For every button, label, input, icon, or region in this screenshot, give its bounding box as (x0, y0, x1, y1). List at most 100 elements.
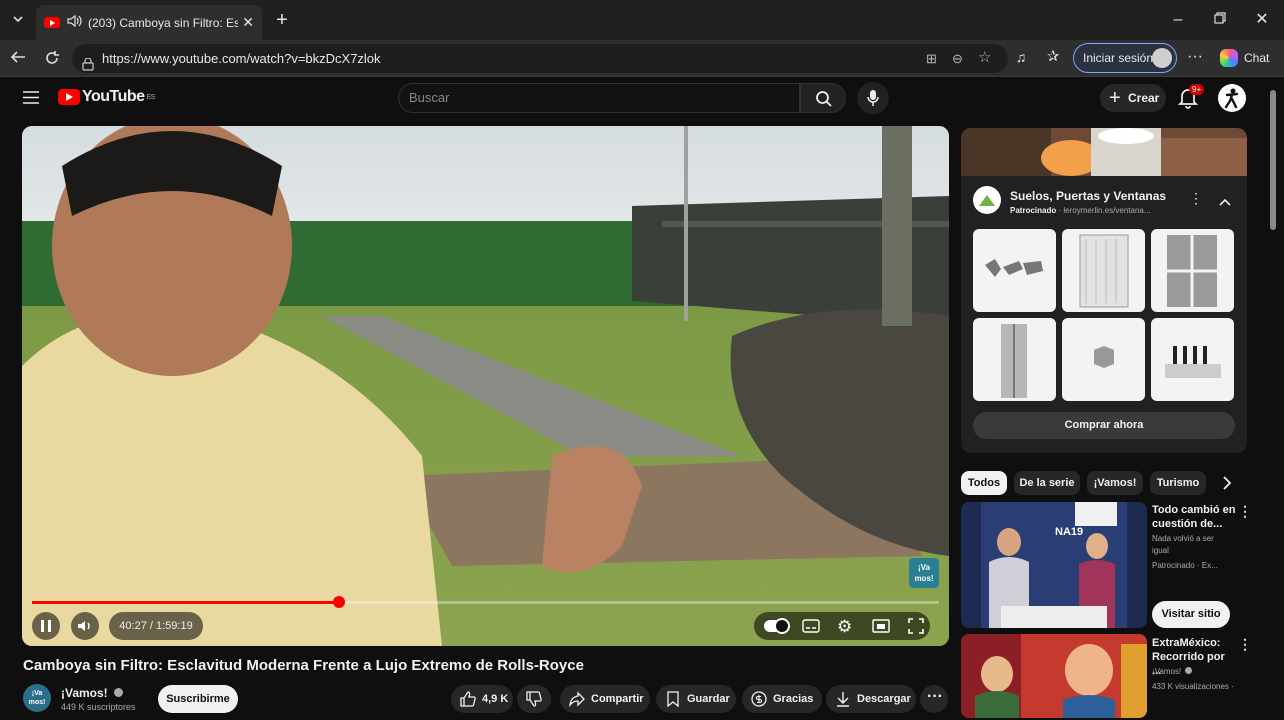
window-close-icon[interactable]: ✕ (1252, 12, 1272, 28)
apps-icon[interactable]: ⊞ (926, 44, 937, 73)
suggestion-more-icon[interactable]: ⋮ (1238, 503, 1252, 520)
suggestion-meta: 433 K visualizaciones · (1152, 682, 1234, 691)
youtube-header: YouTube ES Buscar + Crear 9+ (0, 78, 1284, 118)
logo-region: ES (146, 93, 156, 101)
back-icon[interactable] (8, 50, 28, 68)
chip-todos[interactable]: Todos (961, 471, 1007, 495)
maximize-icon[interactable] (1210, 12, 1230, 28)
suggestion-title[interactable]: Todo cambió en cuestión de... (1152, 503, 1236, 531)
progress-fill (32, 601, 340, 604)
favorites-icon[interactable]: ✰ (1044, 49, 1062, 64)
youtube-favicon-icon (44, 17, 60, 28)
youtube-logo-icon (58, 89, 80, 105)
chip-de-la-serie[interactable]: De la serie (1014, 471, 1080, 495)
video-player[interactable]: ¡Va mos! 40:27 / 1:59:19 ⚙ (22, 126, 949, 646)
like-button[interactable]: 4,9 K (451, 685, 513, 713)
more-icon[interactable]: ··· (1186, 49, 1204, 65)
chat-button[interactable]: Chat (1216, 43, 1278, 73)
subscriber-count: 449 K suscriptores (61, 702, 136, 712)
suggestion-thumbnail[interactable]: NA19 (961, 502, 1147, 628)
lock-icon[interactable] (82, 52, 94, 81)
extensions-icon[interactable]: ♫ (1012, 50, 1030, 64)
ad-card[interactable]: Suelos, Puertas y Ventanas Patrocinado ·… (961, 176, 1247, 453)
product-tile[interactable] (1151, 318, 1234, 401)
page-scrollbar[interactable] (1270, 90, 1276, 230)
thumbs-down-icon (526, 691, 542, 707)
product-tile[interactable] (1062, 229, 1145, 312)
audio-icon[interactable] (66, 14, 82, 31)
channel-name[interactable]: ¡Vamos! (61, 686, 124, 700)
chip-turismo[interactable]: Turismo (1150, 471, 1206, 495)
voice-search-button[interactable] (857, 82, 889, 114)
verified-icon (114, 688, 124, 697)
chips-next-icon[interactable] (1222, 476, 1232, 495)
create-button[interactable]: + Crear (1100, 84, 1166, 112)
ad-more-icon[interactable]: ⋮ (1189, 190, 1203, 207)
ad-sponsored-label: Patrocinado (1010, 206, 1057, 215)
subscribe-button[interactable]: Suscribirme (158, 685, 238, 713)
user-avatar[interactable] (1218, 84, 1246, 112)
save-button[interactable]: Guardar (656, 685, 736, 713)
suggestion-more-icon[interactable]: ⋮ (1238, 636, 1252, 653)
collapse-icon[interactable] (1219, 193, 1231, 211)
save-label: Guardar (687, 693, 730, 705)
new-tab-icon[interactable]: + (272, 10, 292, 30)
ad-title: Suelos, Puertas y Ventanas (1010, 189, 1167, 203)
tab-list-icon[interactable] (10, 12, 26, 30)
thanks-label: Gracias (773, 693, 814, 705)
product-tile[interactable] (1062, 318, 1145, 401)
signin-label: Iniciar sesión (1083, 51, 1154, 65)
url-text: https://www.youtube.com/watch?v=bkzDcX7z… (102, 51, 381, 66)
minimize-icon[interactable]: – (1168, 12, 1188, 28)
product-tile[interactable] (973, 229, 1056, 312)
signin-button[interactable]: Iniciar sesión (1073, 43, 1177, 73)
share-icon (569, 691, 585, 707)
browser-tab-bar: (203) Camboya sin Filtro: Esclavitud Mod… (0, 0, 1284, 40)
channel-watermark[interactable]: ¡Va mos! (909, 558, 939, 588)
product-tile[interactable] (973, 318, 1056, 401)
thanks-button[interactable]: Gracias (742, 685, 822, 713)
volume-button[interactable] (71, 612, 99, 640)
search-input[interactable]: Buscar (398, 83, 800, 113)
reload-icon[interactable] (42, 50, 62, 70)
ad-banner-image[interactable] (961, 128, 1247, 176)
close-icon[interactable]: ✕ (242, 14, 254, 31)
chip-vamos[interactable]: ¡Vamos! (1087, 471, 1143, 495)
favorite-icon[interactable]: ☆ (978, 43, 991, 72)
miniplayer-icon[interactable] (872, 619, 890, 638)
url-field[interactable]: https://www.youtube.com/watch?v=bkzDcX7z… (72, 44, 1008, 73)
channel-name-text: ¡Vamos! (61, 686, 108, 700)
verified-icon (1185, 667, 1193, 674)
advertiser-logo (973, 186, 1001, 214)
dislike-button[interactable] (517, 685, 551, 713)
ad-sponsor-line: Patrocinado · leroymerlin.es/ventana... (1010, 206, 1151, 215)
share-button[interactable]: Compartir (560, 685, 650, 713)
progress-bar[interactable] (32, 596, 939, 608)
suggestion-thumbnail[interactable] (961, 634, 1147, 718)
copilot-icon (1220, 49, 1238, 67)
suggestion-channel-name: ¡Vamos! (1152, 667, 1182, 676)
search-icon (816, 91, 832, 107)
fullscreen-icon[interactable] (908, 618, 924, 639)
search-button[interactable] (800, 83, 846, 113)
more-actions-button[interactable]: ··· (920, 685, 948, 713)
youtube-logo[interactable]: YouTube ES (58, 88, 155, 106)
player-right-controls: ⚙ (754, 612, 930, 640)
notifications-badge: 9+ (1189, 84, 1205, 95)
suggestion-description: Nada volvió a ser igual (1152, 534, 1214, 555)
visit-site-button[interactable]: Visitar sitio (1152, 601, 1230, 628)
channel-avatar[interactable]: ¡Va mos! (23, 684, 51, 712)
suggestion-channel: ¡Vamos! (1152, 666, 1244, 678)
autoplay-toggle[interactable] (764, 618, 790, 634)
volume-icon (78, 621, 90, 631)
zoom-icon[interactable]: ⊖ (952, 44, 963, 73)
settings-icon[interactable]: ⚙ (837, 617, 852, 637)
active-tab[interactable]: (203) Camboya sin Filtro: Esclavitud Mod… (36, 5, 262, 40)
download-button[interactable]: Descargar (826, 685, 916, 713)
menu-icon[interactable] (23, 91, 39, 109)
pause-button[interactable] (32, 612, 60, 640)
suggestion-meta: Patrocinado · Ex... (1152, 561, 1218, 570)
subtitles-icon[interactable] (802, 619, 820, 638)
product-tile[interactable] (1151, 229, 1234, 312)
ad-cta-button[interactable]: Comprar ahora (973, 412, 1235, 439)
